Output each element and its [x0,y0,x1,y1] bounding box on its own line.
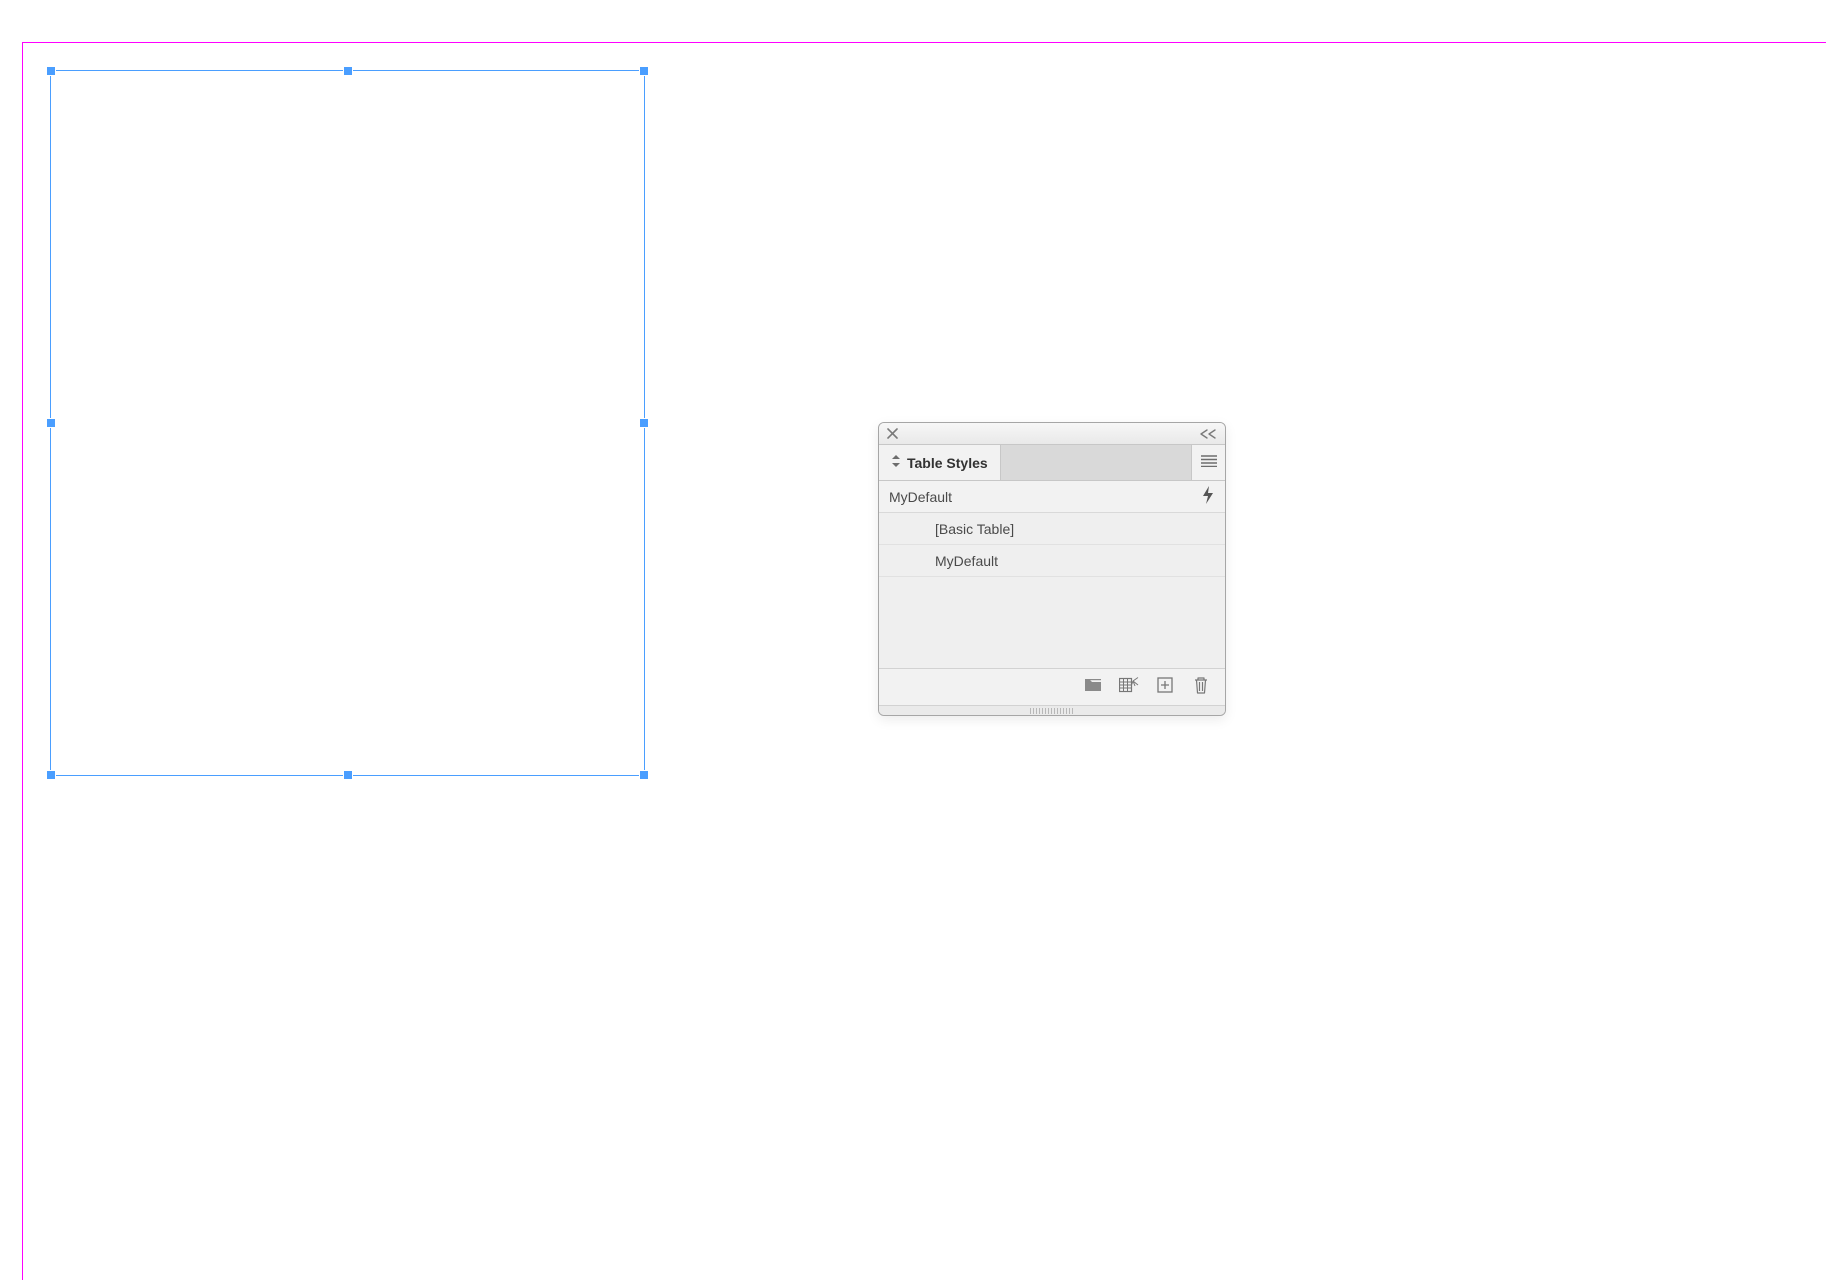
tab-label: Table Styles [907,455,988,471]
active-style-row[interactable]: MyDefault [879,481,1225,513]
new-group-button[interactable] [1083,677,1103,697]
panel-tabs: Table Styles [879,445,1225,481]
tab-table-styles[interactable]: Table Styles [879,445,1001,480]
resize-handle-bottom-middle[interactable] [343,770,353,780]
resize-handle-top-right[interactable] [639,66,649,76]
clear-overrides-button[interactable] [1119,677,1139,697]
style-name: [Basic Table] [935,521,1014,537]
style-list: [Basic Table] MyDefault [879,513,1225,669]
selected-frame[interactable] [50,70,645,776]
menu-icon [1201,454,1217,472]
resize-handle-middle-right[interactable] [639,418,649,428]
collapse-icon[interactable] [1199,429,1217,439]
table-styles-panel[interactable]: Table Styles MyDefault [Basic Table] MyD… [878,422,1226,716]
folder-icon [1084,678,1102,697]
panel-resize-grip[interactable] [879,705,1225,715]
margin-guide-top [22,42,1826,43]
panel-menu-button[interactable] [1191,445,1225,480]
resize-handle-middle-left[interactable] [46,418,56,428]
style-name: MyDefault [935,553,998,569]
panel-footer [879,669,1225,705]
list-empty-area [879,577,1225,669]
trash-icon [1193,676,1209,699]
margin-guide-left [22,42,23,1280]
grip-lines-icon [1030,708,1074,714]
panel-titlebar[interactable] [879,423,1225,445]
lightning-icon[interactable] [1201,485,1215,508]
clear-override-icon [1119,677,1139,698]
tab-empty-area [1001,445,1191,480]
active-style-name: MyDefault [889,489,952,505]
resize-handle-bottom-left[interactable] [46,770,56,780]
new-style-button[interactable] [1155,677,1175,697]
new-style-icon [1157,677,1173,698]
list-item[interactable]: [Basic Table] [879,513,1225,545]
delete-style-button[interactable] [1191,677,1211,697]
resize-handle-top-left[interactable] [46,66,56,76]
resize-handle-top-middle[interactable] [343,66,353,76]
list-item[interactable]: MyDefault [879,545,1225,577]
resize-handle-bottom-right[interactable] [639,770,649,780]
up-down-icon[interactable] [891,454,901,471]
close-icon[interactable] [887,428,898,439]
